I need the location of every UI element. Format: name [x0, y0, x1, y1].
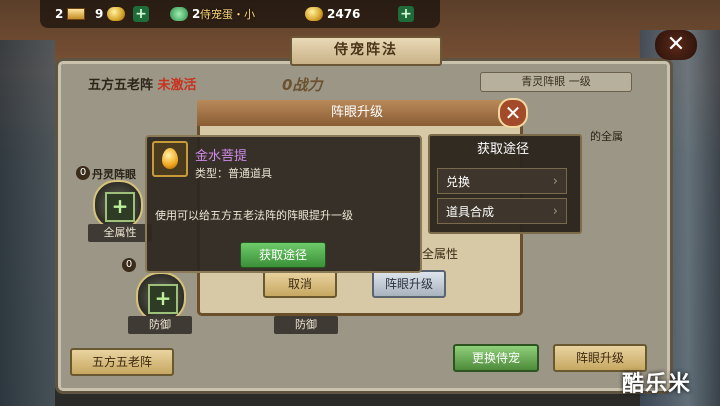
- source-item-crafting[interactable]: 道具合成 ›: [437, 198, 567, 224]
- resource-value: 2: [55, 7, 64, 21]
- background-left-decor: [0, 40, 55, 406]
- cancel-button[interactable]: 取消: [263, 270, 337, 298]
- close-icon[interactable]: ✕: [655, 30, 697, 60]
- slot-badge: 0: [122, 258, 136, 272]
- resource-ingot: 9: [95, 4, 126, 24]
- dialog-attr-text: 全属性: [422, 247, 459, 261]
- window-title: 侍宠阵法: [290, 36, 442, 66]
- watermark-logo: 酷乐米: [622, 372, 692, 397]
- formation-name: 五方五老阵: [88, 78, 154, 93]
- source-item-label: 兑换: [446, 175, 471, 189]
- add-icon: +: [105, 192, 135, 222]
- add-coin-button[interactable]: +: [398, 6, 414, 22]
- resource-value: 2476: [327, 7, 361, 21]
- notice-ticker: 侍宠蛋・小: [200, 8, 255, 21]
- formation-title: 五方五老阵 未激活: [88, 74, 197, 93]
- slot-1[interactable]: +: [93, 180, 143, 230]
- item-description: 使用可以给五方五老法阵的阵眼提升一级: [155, 209, 353, 222]
- source-item-exchange[interactable]: 兑换 ›: [437, 168, 567, 194]
- chevron-right-icon: ›: [552, 204, 558, 219]
- slot-label: 防御: [274, 316, 338, 334]
- dialog-upgrade-button[interactable]: 阵眼升级: [372, 270, 446, 298]
- get-source-button[interactable]: 获取途径: [240, 242, 326, 268]
- formation-button[interactable]: 五方五老阵: [70, 348, 174, 376]
- right-tab[interactable]: 青灵阵眼 一级: [480, 72, 632, 92]
- add-ingot-button[interactable]: +: [133, 6, 149, 22]
- item-type: 类型：普通道具: [195, 167, 272, 180]
- resource-gem: 2: [170, 4, 200, 24]
- resource-value: 9: [95, 7, 104, 21]
- dialog-close-icon[interactable]: ✕: [498, 98, 528, 128]
- slot-badge: 0: [76, 166, 90, 180]
- slot-2[interactable]: +: [136, 272, 186, 322]
- chevron-right-icon: ›: [552, 174, 558, 189]
- power-label: 0战力: [282, 76, 323, 94]
- slot-label: 防御: [128, 316, 192, 334]
- formation-state: 未激活: [157, 78, 197, 93]
- coin-icon: [305, 7, 323, 21]
- resource-coin: 2476: [305, 4, 360, 24]
- item-name: 金水菩提: [195, 149, 248, 164]
- source-title: 获取途径: [476, 142, 529, 157]
- gold-bar-icon: [67, 8, 86, 20]
- add-icon: +: [148, 284, 178, 314]
- item-slot: [152, 141, 188, 177]
- ingot-icon: [107, 7, 126, 21]
- gem-icon: [170, 7, 188, 21]
- egg-icon: [162, 148, 178, 169]
- right-text: 的全属: [590, 130, 623, 143]
- dialog-title: 阵眼升级: [197, 100, 517, 126]
- slot-label: 全属性: [88, 224, 152, 242]
- change-pet-button[interactable]: 更换侍宠: [453, 344, 539, 372]
- resource-gold-bar: 2: [55, 4, 86, 24]
- source-item-label: 道具合成: [446, 205, 495, 219]
